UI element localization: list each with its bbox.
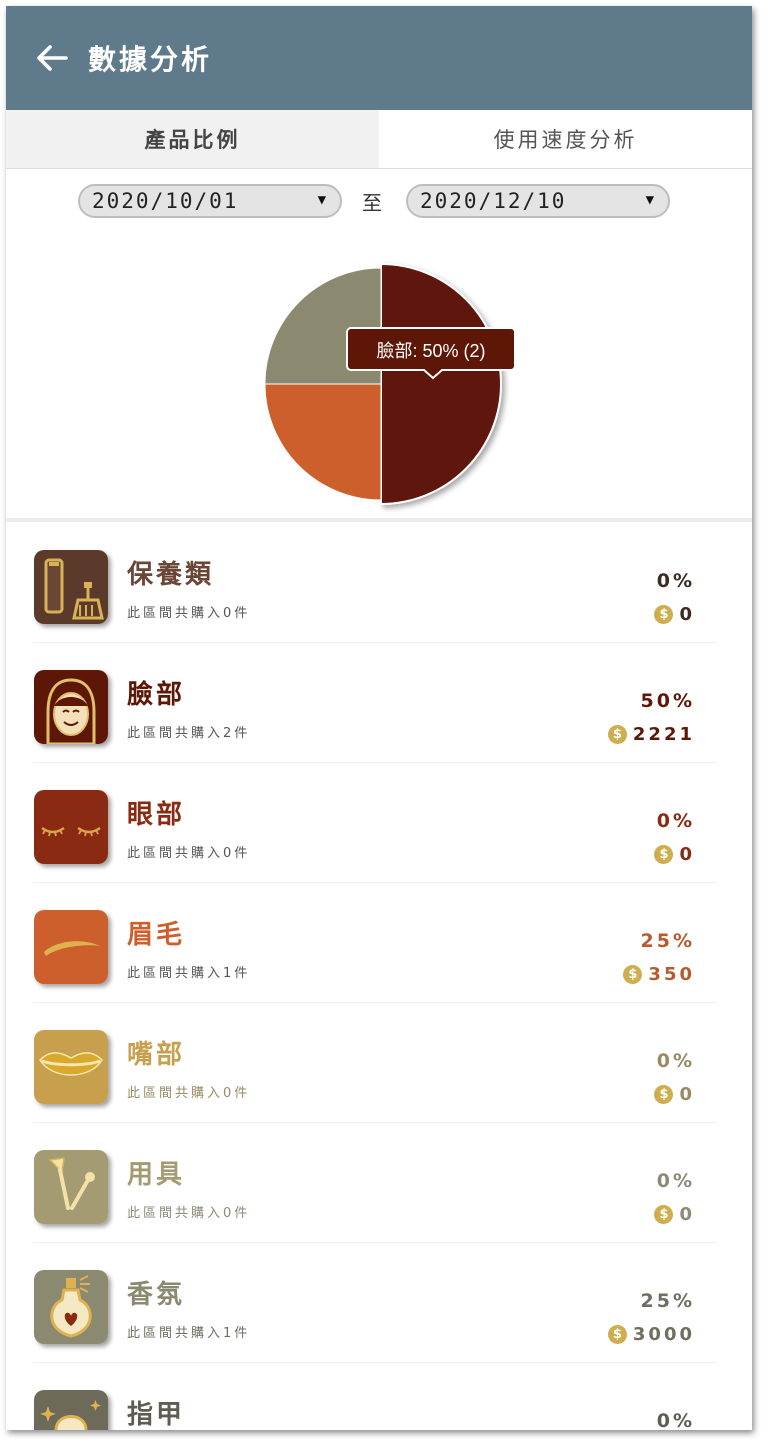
tooltip-text: 臉部: 50% (2) (376, 341, 485, 361)
skincare-icon (34, 550, 108, 624)
tab-bar: 產品比例 使用速度分析 (6, 110, 752, 169)
date-range-row: 2020/10/01 ▼ 至 2020/12/10 ▼ (6, 184, 752, 226)
category-row-eye[interactable]: 眼部 此區間共購入0件 0% $0 (34, 762, 717, 883)
category-name: 指甲 (127, 1400, 186, 1430)
category-row-lips[interactable]: 嘴部 此區間共購入0件 0% $0 (34, 1002, 717, 1123)
tab-usage-speed[interactable]: 使用速度分析 (379, 110, 752, 168)
pie-chart-area: 臉部: 50% (2) (6, 236, 752, 518)
category-amount-value: 0 (679, 1204, 695, 1225)
page-title: 數據分析 (88, 43, 213, 76)
category-summary: 此區間共購入0件 (127, 846, 251, 861)
category-amount-value: 0 (679, 844, 695, 865)
category-amount-value: 350 (648, 964, 695, 985)
dropdown-arrow-icon: ▼ (317, 192, 328, 208)
category-summary: 此區間共購入1件 (127, 1326, 251, 1341)
end-date-value: 2020/12/10 (420, 189, 567, 213)
coin-icon: $ (654, 1085, 674, 1104)
category-amount: $3000 (607, 1324, 695, 1345)
category-amount: $2221 (607, 724, 695, 745)
category-percent: 0% (656, 1170, 695, 1192)
category-amount-value: 2221 (632, 724, 695, 745)
category-summary: 此區間共購入1件 (127, 966, 251, 981)
category-percent: 25% (640, 1290, 695, 1312)
eye-icon (34, 790, 108, 864)
category-row-tools[interactable]: 用具 此區間共購入0件 0% $0 (34, 1122, 717, 1243)
category-amount-value: 3000 (632, 1324, 695, 1345)
lips-icon (34, 1030, 108, 1104)
app-screen: 數據分析 產品比例 使用速度分析 2020/10/01 ▼ 至 2020/12/… (6, 6, 752, 1430)
category-summary: 此區間共購入0件 (127, 606, 251, 621)
coin-icon: $ (654, 605, 674, 624)
category-name: 香氛 (127, 1280, 186, 1310)
category-percent: 25% (640, 930, 695, 952)
category-summary: 此區間共購入0件 (127, 1206, 251, 1221)
chart-tooltip: 臉部: 50% (2) (346, 327, 516, 380)
category-amount-value: 0 (679, 604, 695, 625)
category-percent: 0% (656, 1050, 695, 1072)
category-summary: 此區間共購入0件 (127, 1086, 251, 1101)
category-row-face[interactable]: 臉部 此區間共購入2件 50% $2221 (34, 642, 717, 763)
app-bar: 數據分析 (6, 6, 752, 110)
pie-slice-1[interactable] (380, 262, 502, 506)
eyebrow-icon (34, 910, 108, 984)
category-row-eyebrow[interactable]: 眉毛 此區間共購入1件 25% $350 (34, 882, 717, 1003)
nail-icon (34, 1390, 108, 1430)
category-name: 保養類 (127, 560, 215, 590)
tab-product-ratio[interactable]: 產品比例 (6, 110, 379, 168)
coin-icon: $ (654, 1205, 674, 1224)
date-separator: 至 (362, 191, 382, 215)
category-name: 嘴部 (127, 1040, 186, 1070)
perfume-icon (34, 1270, 108, 1344)
coin-icon: $ (607, 1325, 627, 1344)
coin-icon: $ (623, 965, 643, 984)
category-amount: $350 (623, 964, 695, 985)
category-amount: $0 (654, 1204, 695, 1225)
category-name: 臉部 (127, 680, 186, 710)
end-date-select[interactable]: 2020/12/10 ▼ (406, 184, 670, 218)
category-row-skincare[interactable]: 保養類 此區間共購入0件 0% $0 (34, 522, 717, 643)
dropdown-arrow-icon: ▼ (645, 192, 656, 208)
category-percent: 50% (640, 690, 695, 712)
category-amount: $0 (654, 604, 695, 625)
category-amount: $0 (654, 1084, 695, 1105)
back-button[interactable] (32, 38, 72, 78)
pie-chart[interactable]: 臉部: 50% (2) (6, 236, 752, 518)
start-date-select[interactable]: 2020/10/01 ▼ (78, 184, 342, 218)
category-percent: 0% (656, 810, 695, 832)
category-row-fragrance[interactable]: 香氛 此區間共購入1件 25% $3000 (34, 1242, 717, 1363)
brush-icon (34, 1150, 108, 1224)
category-name: 眼部 (127, 800, 186, 830)
arrow-left-icon (37, 45, 68, 71)
category-percent: 0% (656, 1410, 695, 1430)
coin-icon: $ (654, 845, 674, 864)
category-amount-value: 0 (679, 1084, 695, 1105)
face-icon (34, 670, 108, 744)
category-name: 眉毛 (127, 920, 186, 950)
pie-slice-2[interactable] (264, 383, 382, 501)
category-name: 用具 (127, 1160, 186, 1190)
start-date-value: 2020/10/01 (92, 189, 239, 213)
category-row-nails[interactable]: 指甲 0% (34, 1362, 717, 1430)
category-summary: 此區間共購入2件 (127, 726, 251, 741)
category-amount: $0 (654, 844, 695, 865)
coin-icon: $ (607, 725, 627, 744)
category-percent: 0% (656, 570, 695, 592)
